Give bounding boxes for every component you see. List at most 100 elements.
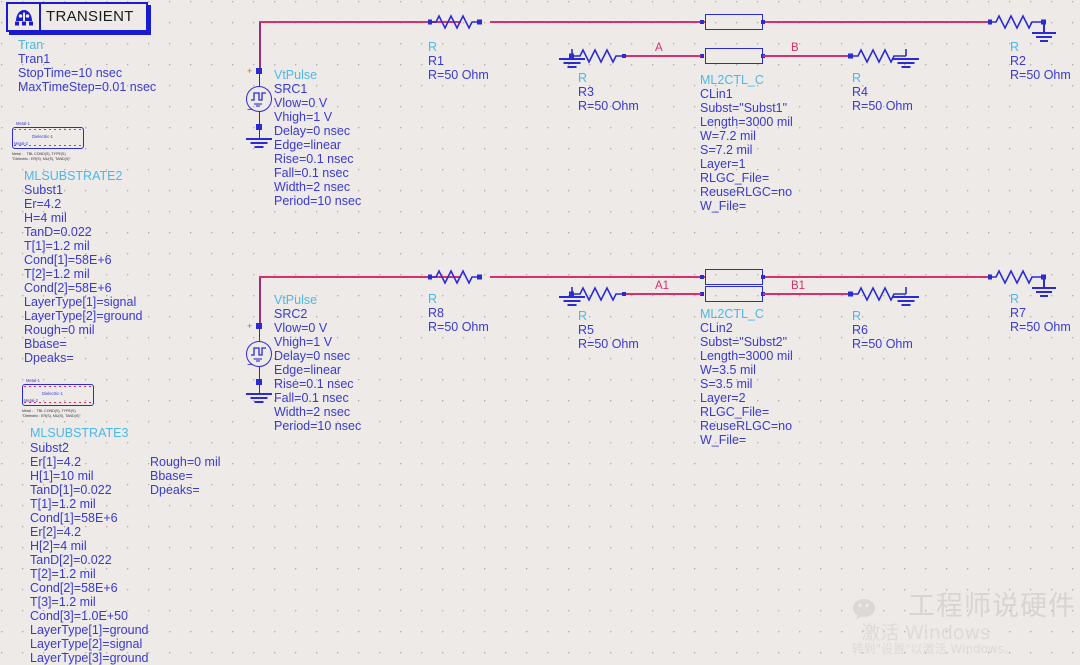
substrate2-instance-label: Subst2 — [30, 441, 69, 455]
clin1-param-4: Layer=1 — [700, 157, 746, 171]
r7-type-label: R — [1010, 292, 1020, 306]
r3-type-label: R — [578, 71, 588, 85]
substrate2-param-6: H[2]=4 mil — [30, 539, 87, 553]
r7-ground-stem — [1043, 277, 1045, 287]
substrate1-param-7: LayerType[1]=signal — [24, 295, 137, 309]
r2-type-label: R — [1010, 40, 1020, 54]
wire-bot-right-rail — [762, 276, 990, 278]
wire-bot-mid-rail — [490, 276, 705, 278]
src2-param-4: Rise=0.1 nsec — [274, 377, 354, 391]
r6-instance-label: R6 — [852, 323, 868, 337]
substrate2-icon-note1: Metal : TBL COND(S), TYPE(S) — [22, 409, 76, 413]
r4-instance-label: R4 — [852, 85, 868, 99]
r6-value-label: R=50 Ohm — [852, 337, 913, 351]
clin1-upper-line-box[interactable] — [705, 14, 763, 30]
substrate1-icon-bot-label: Metal-2 — [14, 141, 28, 146]
src2-param-2: Delay=0 nsec — [274, 349, 351, 363]
substrate1-type-label: MLSUBSTRATE2 — [24, 169, 123, 183]
r3-instance-label: R3 — [578, 85, 594, 99]
clin1-lower-line-box[interactable] — [705, 48, 763, 64]
clin2-upper-line-box[interactable] — [705, 269, 763, 285]
r5-instance-label: R5 — [578, 323, 594, 337]
substrate2-param-1: H[1]=10 mil — [30, 469, 94, 483]
r5-ground-symbol — [558, 296, 586, 308]
r4-type-label: R — [852, 71, 862, 85]
wire-node-a — [625, 55, 701, 57]
node-label-a1: A1 — [655, 280, 670, 292]
r1-instance-label: R1 — [428, 54, 444, 68]
substrate2-param-7: TanD[2]=0.022 — [30, 553, 112, 567]
r6-ground-symbol — [892, 296, 920, 308]
r8-value-label: R=50 Ohm — [428, 320, 489, 334]
src2-param-1: Vhigh=1 V — [274, 335, 333, 349]
substrate1-param-0: Er=4.2 — [24, 197, 62, 211]
substrate2-param-14: LayerType[3]=ground — [30, 651, 149, 665]
src2-param-7: Period=10 nsec — [274, 419, 362, 433]
transient-controller-box[interactable]: TRANSIENT — [6, 2, 148, 32]
src1-ground-symbol — [245, 138, 273, 150]
src1-param-7: Period=10 nsec — [274, 194, 362, 208]
r1-value-label: R=50 Ohm — [428, 68, 489, 82]
r2-ground-symbol — [1030, 32, 1058, 44]
r1-type-label: R — [428, 40, 438, 54]
src2-param-6: Width=2 nsec — [274, 405, 351, 419]
transient-title: TRANSIENT — [46, 8, 134, 25]
src2-top-lead — [258, 329, 261, 341]
substrate2-icon-metal-line — [24, 385, 92, 387]
src1-top-lead — [258, 74, 261, 86]
substrate2-param-13: LayerType[2]=signal — [30, 637, 143, 651]
clin1-upper-left-pin — [700, 19, 704, 24]
substrate1-icon-metal-line — [14, 128, 82, 130]
src1-param-3: Edge=linear — [274, 138, 342, 152]
substrate2-param-3: T[1]=1.2 mil — [30, 497, 96, 511]
substrate1-icon-note1: Metal : TBL COND(S), TYPE(S) — [12, 152, 66, 156]
substrate1-param-4: Cond[1]=58E+6 — [24, 253, 112, 267]
r2-ground-stem — [1043, 22, 1045, 32]
substrate2-param-9: Cond[2]=58E+6 — [30, 581, 118, 595]
src1-minus-sign: − — [247, 104, 254, 116]
substrate2-param-8: T[2]=1.2 mil — [30, 567, 96, 581]
src2-param-0: Vlow=0 V — [274, 321, 328, 335]
substrate1-param-8: LayerType[2]=ground — [24, 309, 143, 323]
substrate2-icon-note2: "Dielectric : ER(S), MU(S), TAND(S)" — [22, 414, 81, 418]
clin1-param-2: W=7.2 mil — [700, 129, 756, 143]
substrate2-param2-2: Dpeaks= — [150, 483, 200, 497]
substrate2-icon-top-label: Metal-1 — [26, 378, 40, 383]
src2-param-3: Edge=linear — [274, 363, 342, 377]
substrate2-param2-0: Rough=0 mil — [150, 455, 221, 469]
substrate2-param-5: Er[2]=4.2 — [30, 525, 82, 539]
clin2-param-0: Subst="Subst2" — [700, 335, 788, 349]
clin2-instance-label: CLin2 — [700, 321, 733, 335]
src2-plus-sign: + — [247, 321, 253, 331]
substrate2-type-label: MLSUBSTRATE3 — [30, 426, 129, 440]
substrate2-param-11: Cond[3]=1.0E+50 — [30, 609, 128, 623]
substrate1-param-9: Rough=0 mil — [24, 323, 95, 337]
r8-instance-label: R8 — [428, 306, 444, 320]
r4-value-label: R=50 Ohm — [852, 99, 913, 113]
r7-value-label: R=50 Ohm — [1010, 320, 1071, 334]
node-label-b1: B1 — [791, 280, 806, 292]
src1-gnd-stem — [258, 130, 261, 138]
substrate2-param-12: LayerType[1]=ground — [30, 623, 149, 637]
substrate1-param-11: Dpeaks= — [24, 351, 74, 365]
src1-param-2: Delay=0 nsec — [274, 124, 351, 138]
clin2-lower-line-box[interactable] — [705, 286, 763, 302]
clin1-upper-right-pin — [761, 19, 765, 24]
r2-value-label: R=50 Ohm — [1010, 68, 1071, 82]
schematic-canvas[interactable]: TRANSIENT Tran Tran1 StopTime=10 nsec Ma… — [0, 0, 1080, 665]
r8-type-label: R — [428, 292, 438, 306]
r7-instance-label: R7 — [1010, 306, 1026, 320]
src1-param-4: Rise=0.1 nsec — [274, 152, 354, 166]
transient-instance-label: Tran1 — [18, 52, 51, 66]
src1-instance-label: SRC1 — [274, 82, 308, 96]
clin1-param-0: Subst="Subst1" — [700, 101, 788, 115]
r3-value-label: R=50 Ohm — [578, 99, 639, 113]
clin2-upper-left-pin — [700, 274, 704, 279]
src1-param-5: Fall=0.1 nsec — [274, 166, 349, 180]
clin2-param-5: RLGC_File= — [700, 405, 770, 419]
substrate1-param-10: Bbase= — [24, 337, 67, 351]
substrate2-param-2: TanD[1]=0.022 — [30, 483, 112, 497]
substrate2-param-0: Er[1]=4.2 — [30, 455, 82, 469]
substrate1-param-1: H=4 mil — [24, 211, 67, 225]
clin2-param-3: S=3.5 mil — [700, 377, 753, 391]
